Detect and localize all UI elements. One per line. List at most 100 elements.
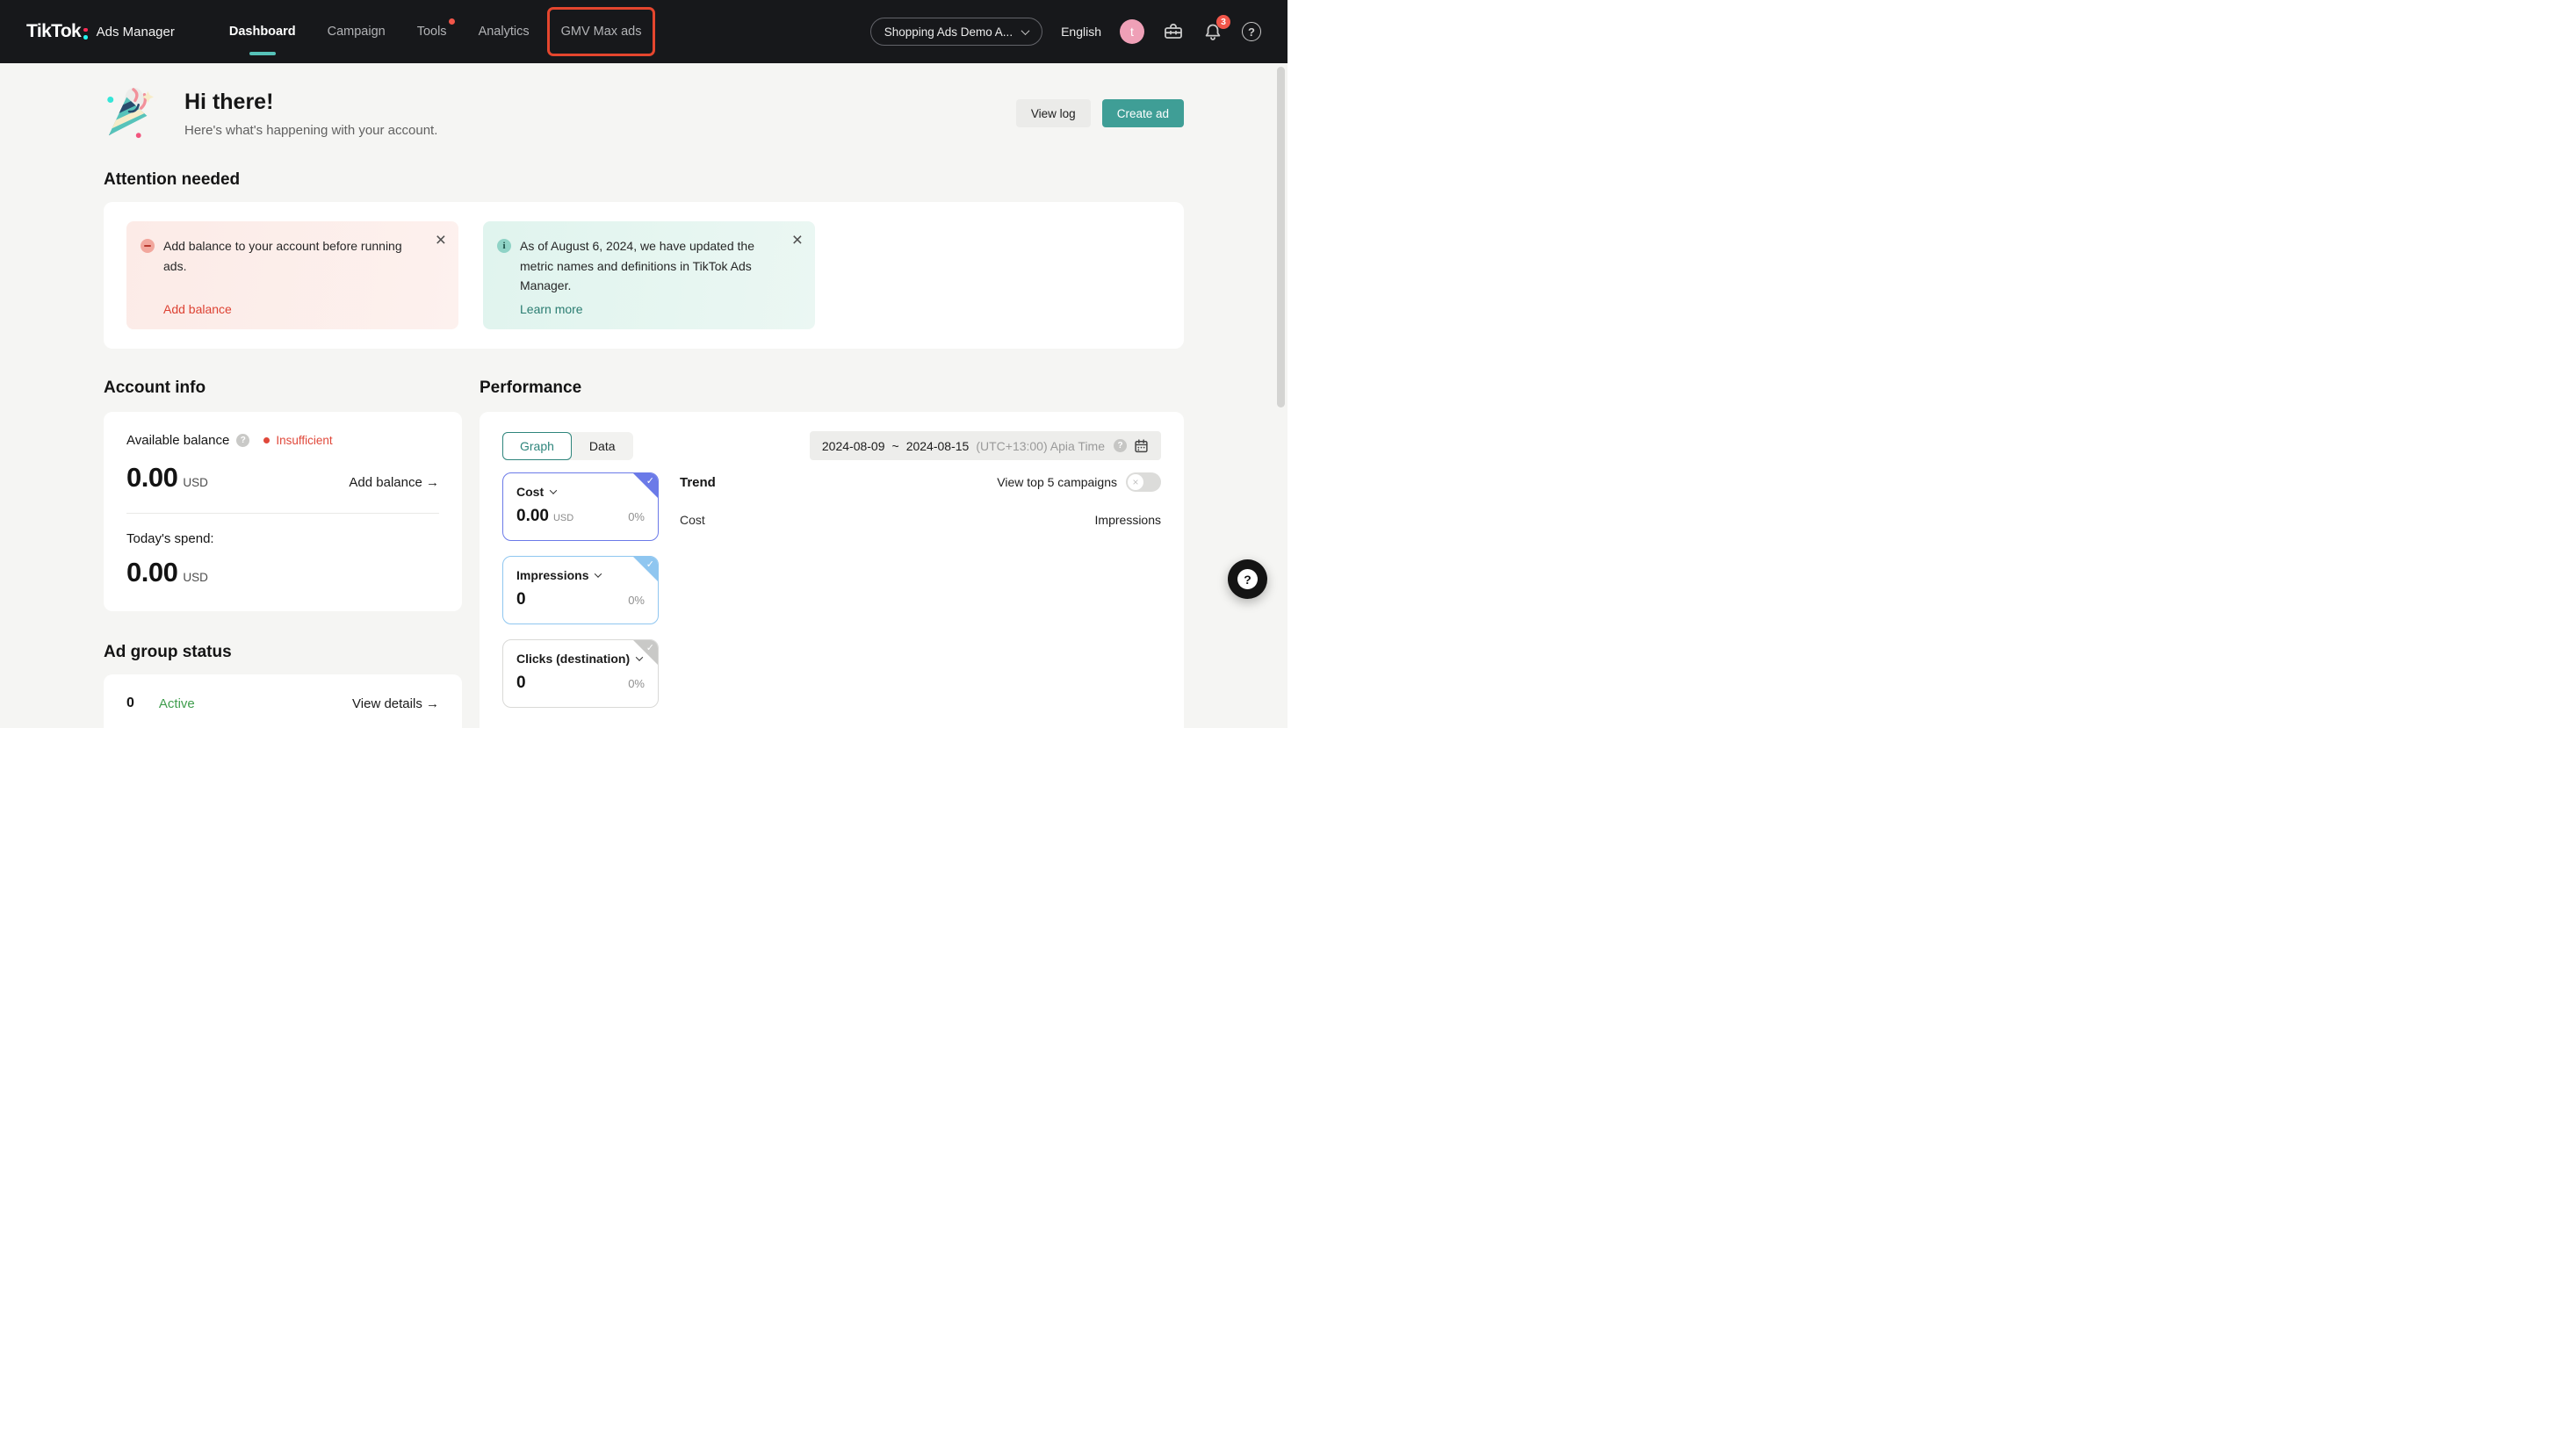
active-status-label: Active <box>159 696 195 711</box>
vertical-scrollbar-thumb[interactable] <box>1277 67 1285 407</box>
left-column: Account info Available balance ? Insuffi… <box>104 378 462 728</box>
tiktok-ads-manager-dashboard: TikTok Ads Manager Dashboard Campaign To… <box>0 0 1288 728</box>
main-menu: Dashboard Campaign Tools Analytics GMV M… <box>213 0 658 63</box>
question-circle-icon: ? <box>1242 22 1261 41</box>
add-balance-label: Add balance <box>349 475 422 490</box>
nav-item-campaign[interactable]: Campaign <box>312 0 401 63</box>
party-popper-icon <box>104 86 158 141</box>
nav-right-controls: Shopping Ads Demo A... English t <box>870 18 1261 46</box>
check-icon: ✓ <box>646 642 654 653</box>
performance-header: Graph Data 2024-08-09 ~ 2024-08-15 (UTC+… <box>502 431 1161 460</box>
date-start: 2024-08-09 <box>822 439 885 453</box>
chevron-down-icon <box>550 487 557 494</box>
timezone-help-icon[interactable]: ? <box>1114 439 1127 452</box>
chevron-down-icon <box>1021 26 1030 35</box>
available-balance-label: Available balance <box>126 433 229 448</box>
avatar[interactable]: t <box>1120 19 1144 44</box>
view-details-label: View details <box>352 696 422 711</box>
active-count: 0 <box>126 696 134 711</box>
timezone-label: (UTC+13:00) Apia Time <box>976 439 1105 453</box>
performance-card: Graph Data 2024-08-09 ~ 2024-08-15 (UTC+… <box>480 412 1184 728</box>
account-switcher-dropdown[interactable]: Shopping Ads Demo A... <box>870 18 1042 46</box>
arrow-right-icon: → <box>426 696 439 711</box>
dashboard-columns: Account info Available balance ? Insuffi… <box>104 378 1184 728</box>
left-axis-label: Cost <box>680 513 705 527</box>
attention-panel: Add balance to your account before runni… <box>104 202 1184 349</box>
metric-selector-list: ✓ Cost 0.00 USD 0% <box>502 472 659 708</box>
create-ad-button[interactable]: Create ad <box>1102 99 1184 127</box>
floating-help-button[interactable]: ? <box>1228 559 1267 599</box>
calendar-icon <box>1134 438 1149 453</box>
balance-row: Available balance ? Insufficient <box>126 433 439 448</box>
tab-graph[interactable]: Graph <box>502 432 572 460</box>
chart-axis-labels: Cost Impressions <box>680 513 1161 527</box>
balance-status: Insufficient <box>263 434 332 447</box>
toolbox-button[interactable] <box>1163 21 1184 42</box>
metric-card-clicks-destination[interactable]: ✓ Clicks (destination) 0 0% <box>502 639 659 708</box>
spend-value: 0.00 <box>126 557 177 588</box>
balance-value: 0.00 <box>126 462 177 494</box>
metric-card-impressions[interactable]: ✓ Impressions 0 0% <box>502 556 659 624</box>
close-icon[interactable]: × <box>792 231 803 249</box>
check-icon: ✓ <box>646 475 654 487</box>
brand-name: TikTok <box>26 21 81 42</box>
chevron-down-icon <box>595 570 602 577</box>
insufficient-label: Insufficient <box>276 434 332 447</box>
alert-add-balance: Add balance to your account before runni… <box>126 221 458 329</box>
view-top-5-campaigns-label: View top 5 campaigns <box>997 475 1117 489</box>
tiktok-logo[interactable]: TikTok Ads Manager <box>26 21 175 42</box>
active-tab-underline <box>249 52 276 55</box>
page-subtitle: Here's what's happening with your accoun… <box>184 123 437 138</box>
account-info-card: Available balance ? Insufficient 0.00 US… <box>104 412 462 611</box>
close-icon[interactable]: × <box>436 231 446 249</box>
date-range-picker[interactable]: 2024-08-09 ~ 2024-08-15 (UTC+13:00) Apia… <box>810 431 1161 460</box>
help-button[interactable]: ? <box>1242 22 1261 41</box>
view-log-button[interactable]: View log <box>1016 99 1091 127</box>
add-balance-action[interactable]: Add balance → <box>349 475 439 490</box>
right-axis-label: Impressions <box>1095 513 1161 527</box>
alert-body: Add balance to your account before runni… <box>163 236 444 316</box>
divider <box>126 513 439 514</box>
language-selector[interactable]: English <box>1061 25 1101 39</box>
status-dot-icon <box>263 437 270 443</box>
page-title: Hi there! <box>184 90 437 115</box>
learn-more-link[interactable]: Learn more <box>520 302 780 316</box>
nav-item-dashboard[interactable]: Dashboard <box>213 0 312 63</box>
alert-text: As of August 6, 2024, we have updated th… <box>520 236 780 296</box>
metric-change: 0% <box>628 594 645 607</box>
nav-item-gmv-max-ads[interactable]: GMV Max ads <box>545 0 658 63</box>
alert-metric-update: i As of August 6, 2024, we have updated … <box>483 221 815 329</box>
avatar-initial: t <box>1130 25 1134 39</box>
toggle-knob: × <box>1128 474 1143 490</box>
toolbox-icon <box>1163 21 1184 42</box>
todays-spend-label: Today's spend: <box>126 531 439 546</box>
metric-value: 0.00 <box>516 507 549 526</box>
view-top-5-campaigns-toggle[interactable]: × <box>1126 472 1161 492</box>
view-details-link[interactable]: View details → <box>352 696 439 711</box>
ad-group-status-card: 0 Active View details → <box>104 674 462 728</box>
metric-change: 0% <box>628 510 645 523</box>
tab-data[interactable]: Data <box>572 432 633 460</box>
add-balance-link[interactable]: Add balance <box>163 302 423 316</box>
arrow-right-icon: → <box>426 475 439 490</box>
nav-label: Tools <box>417 25 447 39</box>
metric-card-cost[interactable]: ✓ Cost 0.00 USD 0% <box>502 472 659 541</box>
nav-label: Campaign <box>328 25 386 39</box>
trend-title: Trend <box>680 475 716 490</box>
logo-colon-icon <box>83 28 88 40</box>
performance-body: ✓ Cost 0.00 USD 0% <box>502 472 1161 708</box>
graph-data-tabs: Graph Data <box>502 432 633 460</box>
account-switcher-label: Shopping Ads Demo A... <box>884 25 1013 39</box>
right-column: Performance Graph Data 2024-08-09 ~ 2024… <box>480 378 1184 728</box>
spend-amount-row: 0.00 USD <box>126 557 439 588</box>
date-separator: ~ <box>892 439 899 453</box>
metric-label: Impressions <box>516 568 645 582</box>
balance-help-icon[interactable]: ? <box>236 434 249 447</box>
spend-currency: USD <box>183 571 208 584</box>
nav-item-tools[interactable]: Tools <box>401 0 463 63</box>
notification-dot-icon <box>449 18 455 25</box>
notifications-button[interactable]: 3 <box>1202 21 1223 42</box>
nav-item-analytics[interactable]: Analytics <box>463 0 545 63</box>
question-mark-icon: ? <box>1237 569 1258 589</box>
balance-amount-row: 0.00 USD Add balance → <box>126 462 439 494</box>
